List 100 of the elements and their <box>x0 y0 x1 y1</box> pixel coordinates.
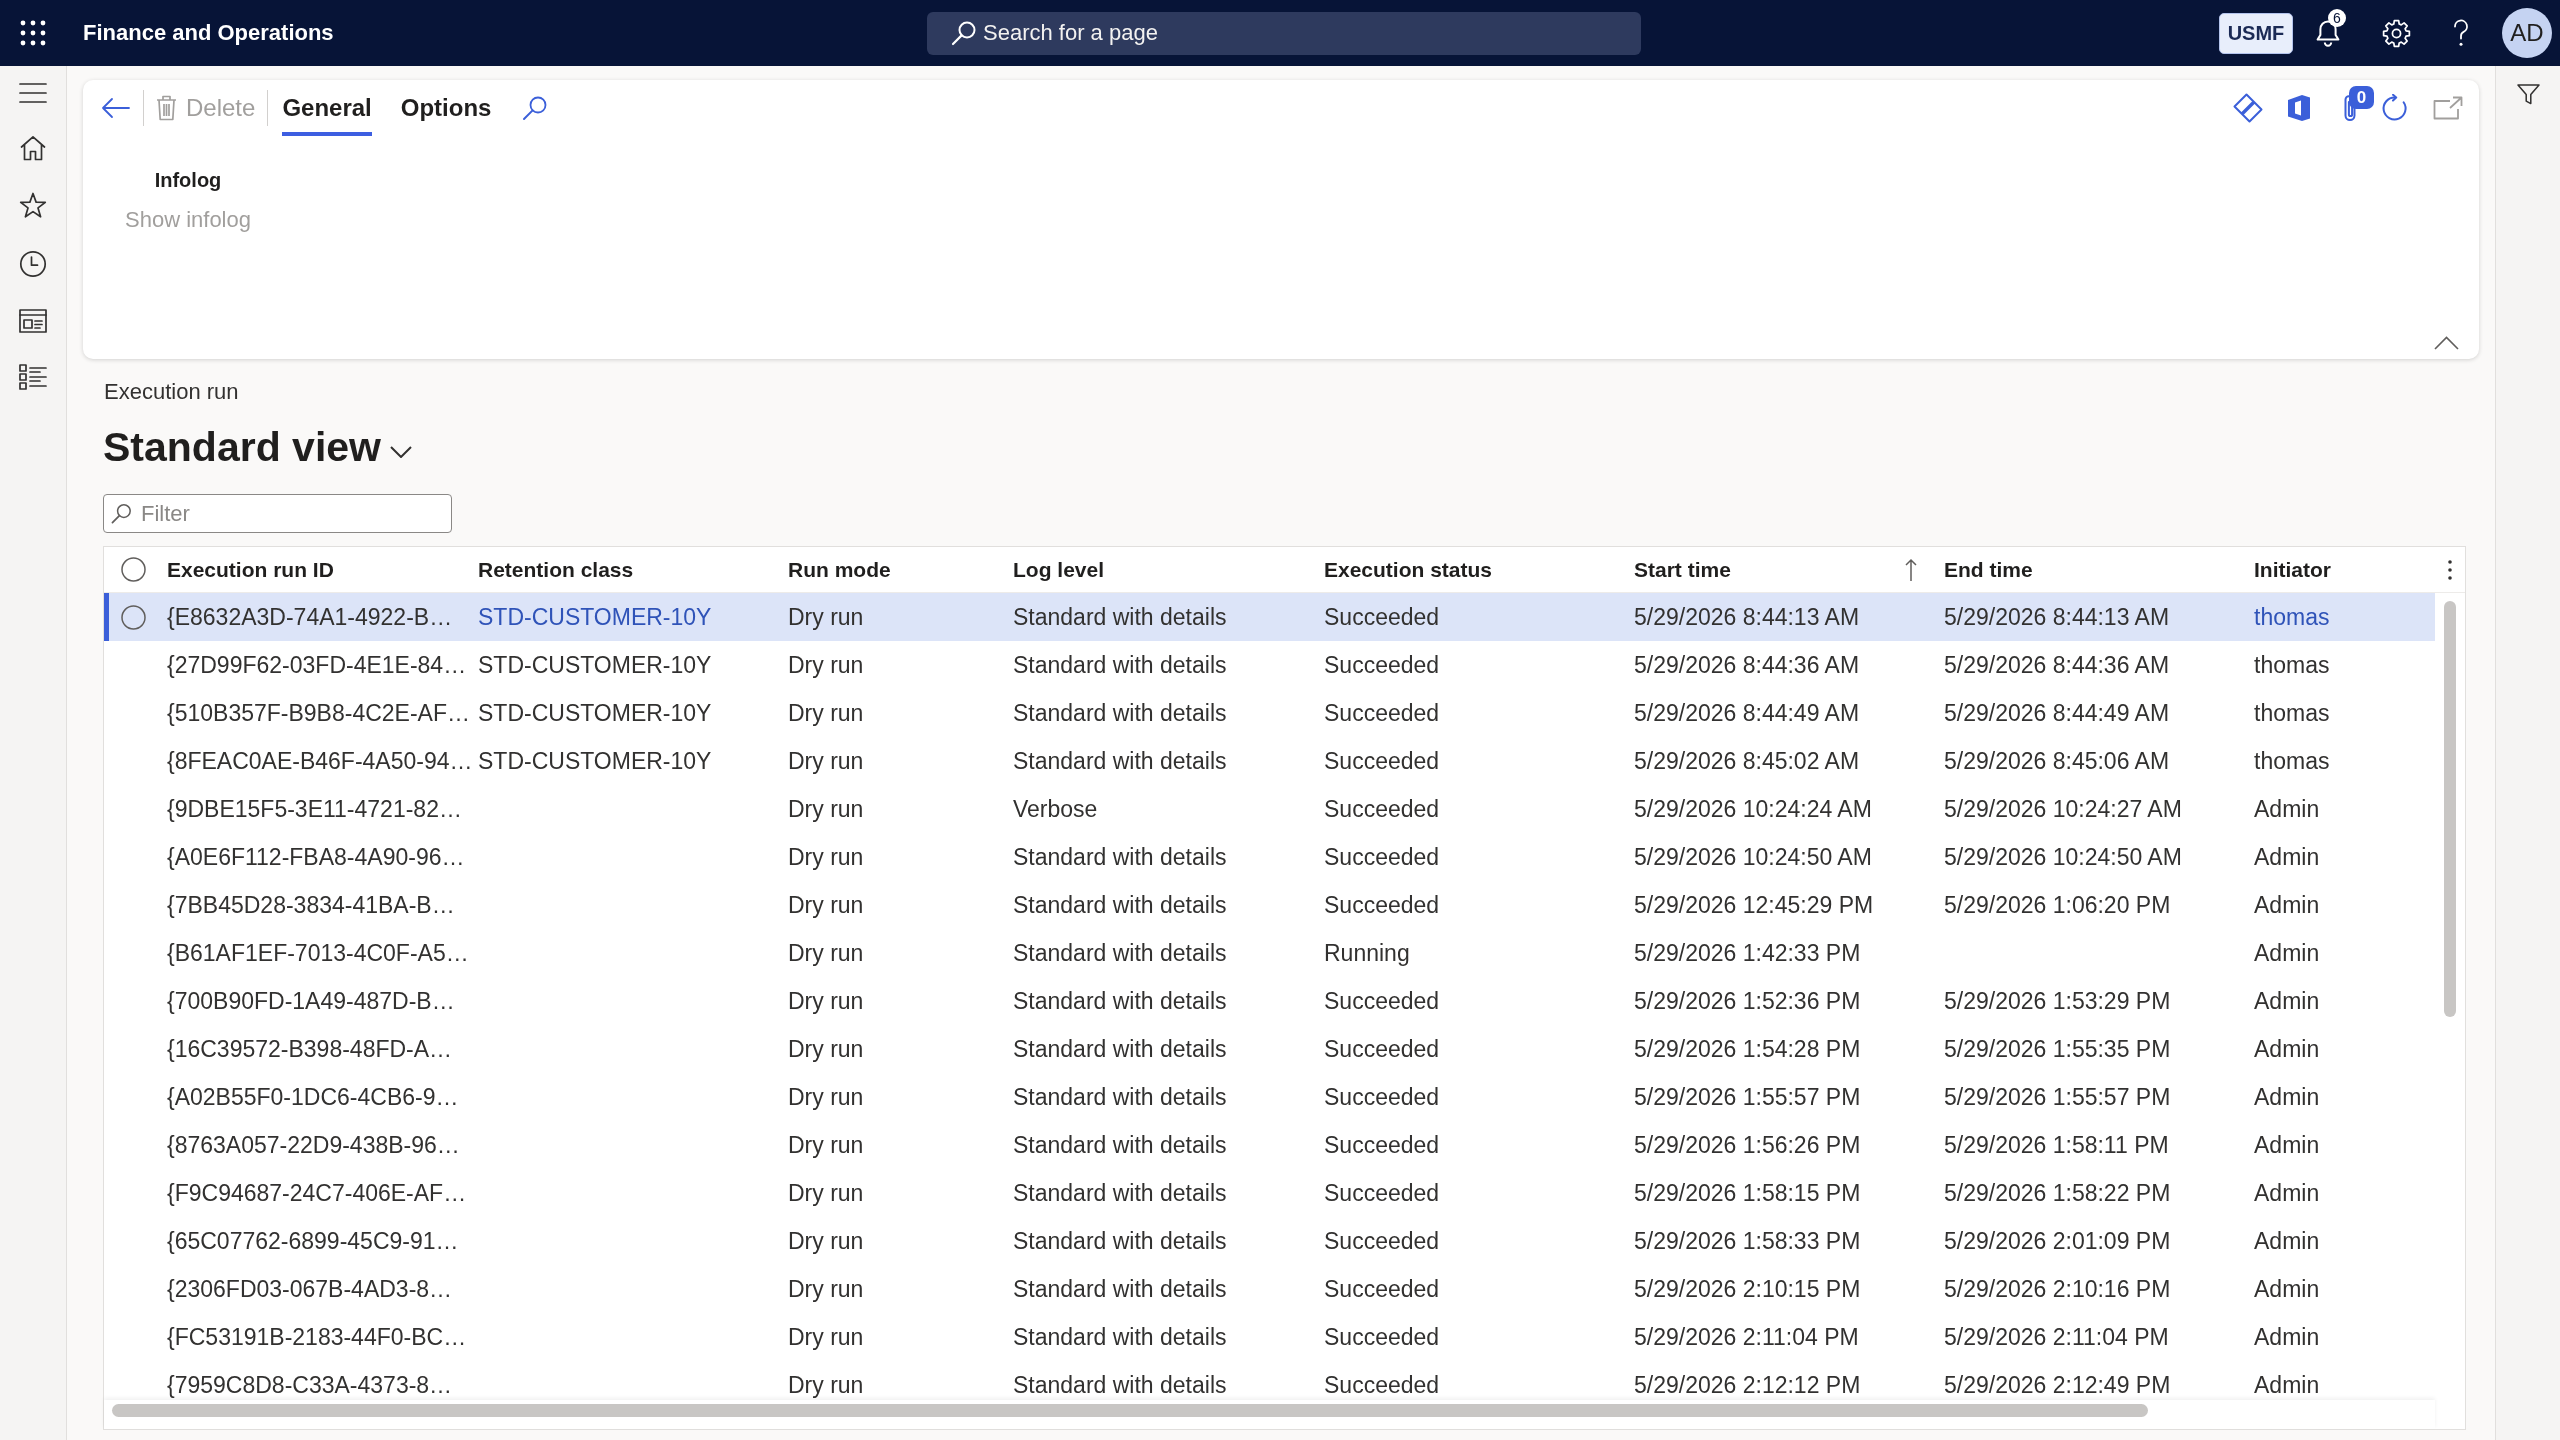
table-cell: Succeeded <box>1324 699 1440 727</box>
table-cell: Dry run <box>788 1131 864 1159</box>
table-cell: Admin <box>2254 987 2320 1015</box>
table-row[interactable]: {A0E6F112-FBA8-4A90-96… Dry run Standard with details Succeeded 5/29/2026 10:24:50 AM 5/29/2026 10:24:50 AM Admin <box>104 833 2435 881</box>
company-picker[interactable]: USMF <box>2219 12 2293 54</box>
horizontal-scrollbar[interactable] <box>112 1404 2148 1417</box>
table-cell: Running <box>1324 939 1410 967</box>
filter-field[interactable]: Filter <box>103 494 452 533</box>
table-cell: Dry run <box>788 1371 864 1399</box>
back-arrow-icon[interactable] <box>101 97 130 119</box>
table-row[interactable]: {8763A057-22D9-438B-96… Dry run Standard with details Succeeded 5/29/2026 1:56:26 PM 5/29/2026 1:58:11 PM Admin <box>104 1121 2435 1169</box>
settings-icon[interactable] <box>2382 18 2411 48</box>
table-cell: {16C39572-B398-48FD-A… <box>167 1035 453 1063</box>
tab[interactable]: General <box>282 80 372 136</box>
column-header[interactable]: Retention class <box>478 557 634 582</box>
dot-grid-icon[interactable] <box>20 20 46 46</box>
table-cell: Verbose <box>1013 795 1098 823</box>
star-icon[interactable] <box>19 192 47 219</box>
diamond-icon[interactable] <box>2233 93 2263 123</box>
table-cell: Dry run <box>788 1035 864 1063</box>
column-header[interactable]: Start time <box>1634 557 1944 582</box>
table-cell: Standard with details <box>1013 843 1227 871</box>
more-options-icon[interactable] <box>2447 558 2453 581</box>
table-row[interactable]: {16C39572-B398-48FD-A… Dry run Standard with details Succeeded 5/29/2026 1:54:28 PM 5/29/2026 1:55:35 PM Admin <box>104 1025 2435 1073</box>
table-cell: Standard with details <box>1013 939 1227 967</box>
attachment-count: 0 <box>2349 86 2374 109</box>
table-row[interactable]: {65C07762-6899-45C9-91… Dry run Standard with details Succeeded 5/29/2026 1:58:33 PM 5/29/2026 2:01:09 PM Admin <box>104 1217 2435 1265</box>
table-row[interactable]: {B61AF1EF-7013-4C0F-A5… Dry run Standard with details Running 5/29/2026 1:42:33 PM Admin <box>104 929 2435 977</box>
dashboard-icon[interactable] <box>19 309 47 333</box>
table-cell: Dry run <box>788 1227 864 1255</box>
table-cell: Standard with details <box>1013 891 1227 919</box>
document-icon[interactable] <box>2287 94 2311 122</box>
table-row[interactable]: {510B357F-B9B8-4C2E-AF… STD-CUSTOMER-10Y Dry run Standard with details Succeeded 5/29/2026 8:44:49 AM 5/29/2026 8:44:49 AM thomas <box>104 689 2435 737</box>
row-checkbox[interactable] <box>121 604 146 630</box>
home-icon[interactable] <box>20 135 46 161</box>
table-cell: Succeeded <box>1324 1131 1440 1159</box>
table-row[interactable]: {8FEAC0AE-B46F-4A50-94… STD-CUSTOMER-10Y Dry run Standard with details Succeeded 5/29/2026 8:45:02 AM 5/29/2026 8:45:06 AM thomas <box>104 737 2435 785</box>
table-row[interactable]: {27D99F62-03FD-4E1E-84… STD-CUSTOMER-10Y Dry run Standard with details Succeeded 5/29/2026 8:44:36 AM 5/29/2026 8:44:36 AM thomas <box>104 641 2435 689</box>
table-cell: {510B357F-B9B8-4C2E-AF… <box>167 699 470 727</box>
table-row[interactable]: {FC53191B-2183-44F0-BC… Dry run Standard with details Succeeded 5/29/2026 2:11:04 PM 5/29/2026 2:11:04 PM Admin <box>104 1313 2435 1361</box>
menu-icon[interactable] <box>19 82 47 104</box>
table-cell: 5/29/2026 10:24:50 AM <box>1944 843 2182 871</box>
list-icon[interactable] <box>19 364 47 390</box>
table-cell: STD-CUSTOMER-10Y <box>478 747 712 775</box>
table-cell: Standard with details <box>1013 1179 1227 1207</box>
table-row[interactable]: {A02B55F0-1DC6-4CB6-9… Dry run Standard with details Succeeded 5/29/2026 1:55:57 PM 5/29/2026 1:55:57 PM Admin <box>104 1073 2435 1121</box>
table-cell: 5/29/2026 1:55:35 PM <box>1944 1035 2171 1063</box>
table-row[interactable]: {2306FD03-067B-4AD3-8… Dry run Standard with details Succeeded 5/29/2026 2:10:15 PM 5/29/2026 2:10:16 PM Admin <box>104 1265 2435 1313</box>
table-cell: 5/29/2026 10:24:24 AM <box>1634 795 1872 823</box>
select-all-checkbox[interactable] <box>121 557 146 582</box>
table-cell: Succeeded <box>1324 1035 1440 1063</box>
table-cell: Dry run <box>788 1275 864 1303</box>
table-cell: 5/29/2026 8:44:36 AM <box>1944 651 2170 679</box>
group-title: Infolog <box>154 168 222 193</box>
link[interactable]: thomas <box>2254 603 2330 631</box>
table-cell: {7959C8D8-C33A-4373-8… <box>167 1371 453 1399</box>
table-cell: 5/29/2026 1:06:20 PM <box>1944 891 2171 919</box>
table-row[interactable]: {E8632A3D-74A1-4922-B… STD-CUSTOMER-10Y Dry run Standard with details Succeeded 5/29/2026 8:44:13 AM 5/29/2026 8:44:13 AM thomas <box>104 593 2435 641</box>
popout-icon[interactable] <box>2433 96 2463 120</box>
table-row[interactable]: {7959C8D8-C33A-4373-8… Dry run Standard with details Succeeded 5/29/2026 2:12:12 PM 5/29/2026 2:12:49 PM Admin <box>104 1361 2435 1400</box>
column-header[interactable]: Execution run ID <box>167 557 334 582</box>
table-cell: STD-CUSTOMER-10Y <box>478 699 712 727</box>
refresh-icon[interactable] <box>2381 94 2409 122</box>
table-cell: Standard with details <box>1013 651 1227 679</box>
table-cell: Succeeded <box>1324 843 1440 871</box>
search-field[interactable]: Search for a page <box>927 11 1641 55</box>
table-cell: {9DBE15F5-3E11-4721-82… <box>167 795 462 823</box>
table-cell: Admin <box>2254 795 2320 823</box>
table-cell: 5/29/2026 2:12:12 PM <box>1634 1371 1861 1399</box>
table-cell: 5/29/2026 1:56:26 PM <box>1634 1131 1861 1159</box>
table-cell: 5/29/2026 1:55:57 PM <box>1634 1083 1861 1111</box>
trash-icon <box>156 95 177 121</box>
column-header[interactable]: Execution status <box>1324 557 1493 582</box>
table-cell: thomas <box>2254 651 2330 679</box>
table-cell: Standard with details <box>1013 1371 1227 1399</box>
vertical-scrollbar[interactable] <box>2444 601 2456 1017</box>
filter-icon[interactable] <box>2516 84 2540 105</box>
search-icon[interactable] <box>522 95 549 121</box>
table-cell: 5/29/2026 2:10:15 PM <box>1634 1275 1861 1303</box>
column-header[interactable]: Log level <box>1013 557 1105 582</box>
table-row[interactable]: {F9C94687-24C7-406E-AF… Dry run Standard with details Succeeded 5/29/2026 1:58:15 PM 5/29/2026 1:58:22 PM Admin <box>104 1169 2435 1217</box>
tab[interactable]: Options <box>400 80 492 136</box>
user-avatar[interactable]: AD <box>2502 8 2552 58</box>
table-row[interactable]: {700B90FD-1A49-487D-B… Dry run Standard with details Succeeded 5/29/2026 1:52:36 PM 5/29/2026 1:53:29 PM Admin <box>104 977 2435 1025</box>
clock-icon[interactable] <box>19 250 47 278</box>
table-row[interactable]: {9DBE15F5-3E11-4721-82… Dry run Verbose Succeeded 5/29/2026 10:24:24 AM 5/29/2026 10:24:27 AM Admin <box>104 785 2435 833</box>
help-icon[interactable] <box>2453 19 2469 47</box>
chevron-up-icon[interactable] <box>2434 336 2459 350</box>
table-cell: Standard with details <box>1013 1083 1227 1111</box>
table-row[interactable]: {7BB45D28-3834-41BA-B… Dry run Standard with details Succeeded 5/29/2026 12:45:29 PM 5/29/2026 1:06:20 PM Admin <box>104 881 2435 929</box>
column-header[interactable]: Run mode <box>788 557 891 582</box>
table-cell: Succeeded <box>1324 603 1440 631</box>
table-cell: {2306FD03-067B-4AD3-8… <box>167 1275 453 1303</box>
column-header[interactable]: Initiator <box>2254 557 2331 582</box>
table-cell: Dry run <box>788 1083 864 1111</box>
view-selector[interactable]: Standard view <box>103 422 412 472</box>
link[interactable]: STD-CUSTOMER-10Y <box>478 603 712 631</box>
column-header[interactable]: End time <box>1944 557 2033 582</box>
chevron-down-icon <box>390 446 412 458</box>
table-cell: 5/29/2026 1:58:33 PM <box>1634 1227 1861 1255</box>
